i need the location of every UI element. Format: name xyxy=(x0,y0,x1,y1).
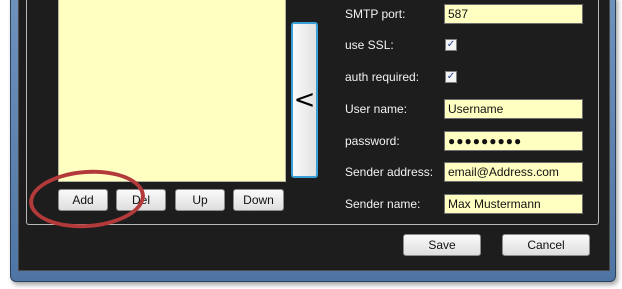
sender-address-label: Sender address: xyxy=(345,165,434,179)
auth-required-label: auth required: xyxy=(345,70,420,84)
sender-name-input[interactable]: Max Mustermann xyxy=(444,194,583,214)
use-ssl-label: use SSL: xyxy=(345,38,394,52)
cancel-button[interactable]: Cancel xyxy=(502,234,590,256)
auth-required-checkbox[interactable]: ✓ xyxy=(445,71,457,83)
save-button[interactable]: Save xyxy=(403,234,481,256)
user-name-input[interactable]: Username xyxy=(444,99,583,119)
smtp-port-input[interactable]: 587 xyxy=(444,4,583,24)
user-name-label: User name: xyxy=(345,102,408,116)
password-input[interactable]: ●●●●●●●●● xyxy=(444,131,583,151)
move-left-button[interactable]: < xyxy=(291,22,318,178)
smtp-port-label: SMTP port: xyxy=(345,7,406,21)
sender-name-label: Sender name: xyxy=(345,197,421,211)
use-ssl-checkbox[interactable]: ✓ xyxy=(445,39,457,51)
recipient-list[interactable] xyxy=(58,0,286,182)
up-button[interactable]: Up xyxy=(175,189,225,211)
del-button[interactable]: Del xyxy=(116,189,166,211)
down-button[interactable]: Down xyxy=(233,189,284,211)
password-label: password: xyxy=(345,134,400,148)
sender-address-input[interactable]: email@Address.com xyxy=(444,162,583,182)
add-button[interactable]: Add xyxy=(58,189,108,211)
